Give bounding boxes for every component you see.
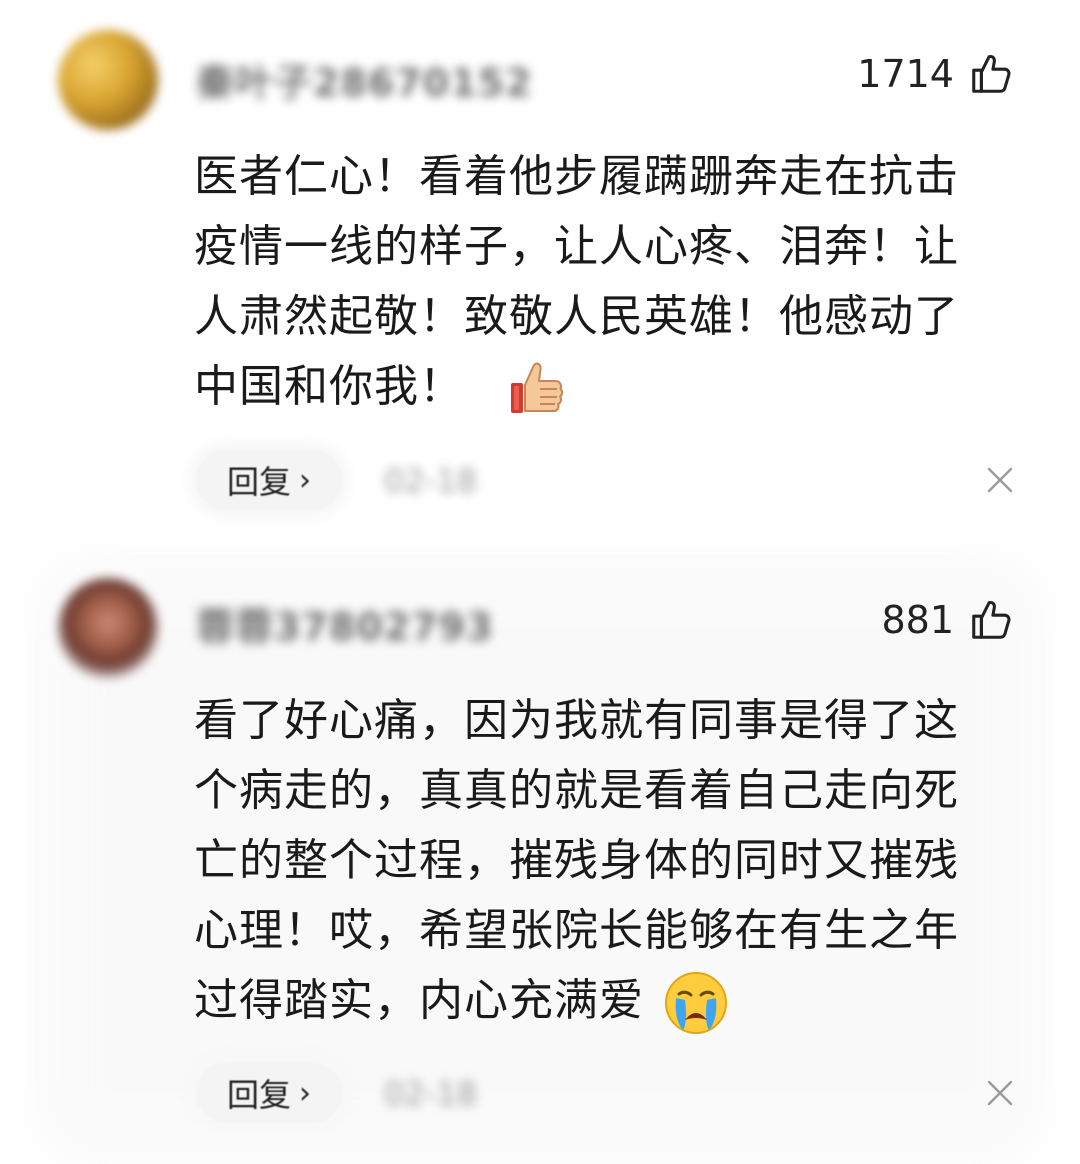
comment-line-last: 中国和你我！ [194,352,1024,422]
thumbs-up-emoji [511,362,564,413]
comment-text: 医者仁心！看着他步履蹒跚奔走在抗击 疫情一线的样子，让人心疼、泪奔！让 人肃然起… [194,142,1024,422]
like-button[interactable]: 1714 [857,50,1014,98]
comment-date: 02-18 [384,462,477,500]
like-count: 1714 [857,52,954,96]
reply-label: 回复 [226,1076,291,1114]
comment-text: 看了好心痛，因为我就有同事是得了这 个病走的，真真的就是看着自己走向死 亡的整个… [194,686,1024,1036]
chevron-right-icon: › [299,1075,311,1111]
comment-line: 亡的整个过程，摧残身体的同时又摧残 [194,835,959,886]
comment-line: 过得踏实，内心充满爱 [194,975,644,1026]
reply-button[interactable]: 回复 › [196,450,342,510]
avatar[interactable] [58,578,158,678]
comment-item: 秦叶子28670152 1714 医者仁心！看着他步履蹒跚奔走在抗击 疫情一线的… [0,0,1080,540]
comment-line: 中国和你我！ [194,361,464,412]
comment-line: 个病走的，真真的就是看着自己走向死 [194,765,959,816]
close-icon[interactable] [986,1079,1014,1107]
comment-line: 疫情一线的样子，让人心疼、泪奔！让 [194,221,959,272]
comment-item: 蓉蓉37802793 881 看了好心痛，因为我就有同事是得了这 个病走的，真真… [0,560,1080,1160]
thumbs-up-outline-icon[interactable] [968,597,1014,643]
like-button[interactable]: 881 [881,596,1014,644]
comment-line: 医者仁心！看着他步履蹒跚奔走在抗击 [194,151,959,202]
crying-face-emoji [665,972,727,1034]
reply-label: 回复 [226,463,291,501]
reply-button[interactable]: 回复 › [196,1063,342,1123]
username[interactable]: 秦叶子28670152 [196,52,533,107]
avatar[interactable] [58,30,158,130]
comment-line: 看了好心痛，因为我就有同事是得了这 [194,695,959,746]
comment-line: 心理！哎，希望张院长能够在有生之年 [194,905,959,956]
username[interactable]: 蓉蓉37802793 [196,596,494,651]
chevron-right-icon: › [299,462,311,498]
like-count: 881 [881,598,954,642]
comment-line: 人肃然起敬！致敬人民英雄！他感动了 [194,291,959,342]
comment-line-last: 过得踏实，内心充满爱 [194,966,1024,1036]
close-icon[interactable] [986,466,1014,494]
thumbs-up-outline-icon[interactable] [968,51,1014,97]
comment-date: 02-18 [384,1075,477,1113]
